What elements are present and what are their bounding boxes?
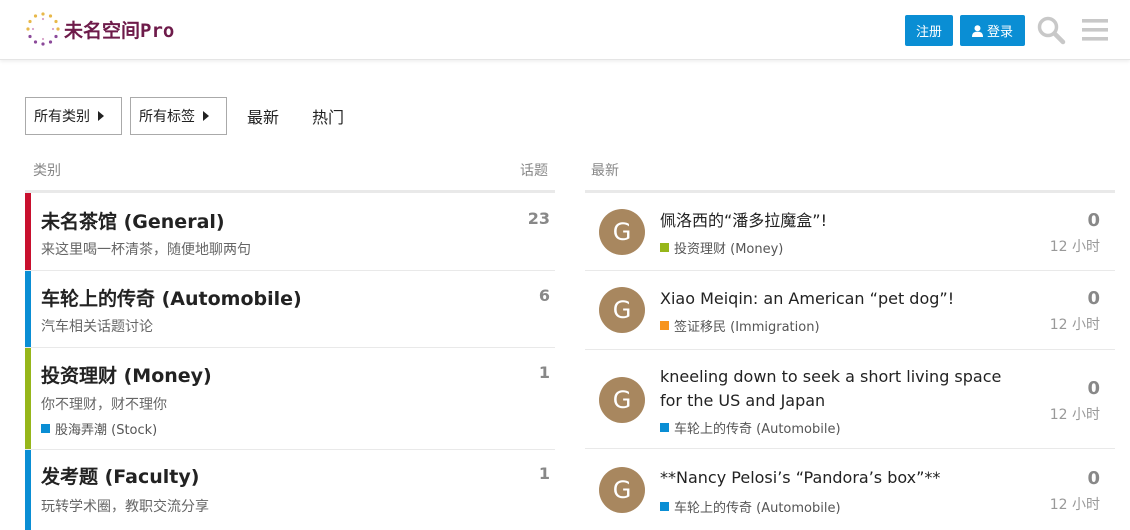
category-name[interactable]: 发考题 (Faculty) <box>41 462 199 489</box>
user-icon <box>971 24 983 37</box>
latest-column-heading: 最新 <box>591 163 619 179</box>
category-row-money[interactable]: 投资理财 (Money) 你不理财，财不理你 1 股海弄潮 (Stock) <box>25 348 555 450</box>
site-title: 未名空间Pro <box>64 19 175 42</box>
topic-category-badge[interactable]: 投资理财 (Money) <box>660 238 783 257</box>
category-topic-count: 1 <box>538 464 550 483</box>
topic-category-name: 车轮上的传奇 (Automobile) <box>674 422 841 437</box>
caret-right-icon <box>203 111 209 121</box>
category-color-bar <box>25 271 31 347</box>
caret-right-icon <box>98 111 104 121</box>
category-topic-count: 23 <box>527 209 550 228</box>
category-description: 玩转学术圈，教职交流分享 <box>41 499 209 515</box>
all-categories-label: 所有类别 <box>34 109 90 125</box>
category-row-automobile[interactable]: 车轮上的传奇 (Automobile) 汽车相关话题讨论 6 <box>25 271 555 348</box>
topic-category-name: 车轮上的传奇 (Automobile) <box>674 501 841 516</box>
topic-post-count: 0 <box>1087 468 1100 489</box>
category-topic-count: 1 <box>538 363 550 382</box>
category-row-general[interactable]: 未名茶馆 (General) 来这里喝一杯清茶，随便地聊两句 23 <box>25 193 555 271</box>
category-row-faculty[interactable]: 发考题 (Faculty) 玩转学术圈，教职交流分享 1 <box>25 450 555 530</box>
logo-icon <box>26 12 60 46</box>
avatar[interactable]: G <box>599 287 645 333</box>
topic-category-badge[interactable]: 签证移民 (Immigration) <box>660 316 820 335</box>
signup-label: 注册 <box>915 25 942 40</box>
category-color-square <box>660 243 669 252</box>
topic-age[interactable]: 12 小时 <box>1050 314 1100 334</box>
topic-row[interactable]: G kneeling down to seek a short living s… <box>585 350 1115 449</box>
avatar[interactable]: G <box>599 209 645 255</box>
hamburger-menu-icon[interactable] <box>1080 15 1110 45</box>
topic-post-count: 0 <box>1087 378 1100 399</box>
categories-column-heading: 类别 <box>33 163 61 179</box>
category-color-square <box>660 423 669 432</box>
all-categories-dropdown[interactable]: 所有类别 <box>25 97 122 135</box>
topic-title[interactable]: 佩洛西的“潘多拉魔盒”! <box>660 209 1010 233</box>
nav-top-link[interactable]: 热门 <box>312 104 344 128</box>
search-icon[interactable] <box>1036 15 1066 45</box>
topic-category-name: 签证移民 (Immigration) <box>674 320 820 335</box>
topic-row[interactable]: G 佩洛西的“潘多拉魔盒”! 投资理财 (Money) 0 12 小时 <box>585 193 1115 271</box>
login-button[interactable]: 登录 <box>960 15 1025 46</box>
topic-category-badge[interactable]: 车轮上的传奇 (Automobile) <box>660 497 841 516</box>
topic-age[interactable]: 12 小时 <box>1050 494 1100 514</box>
topic-title[interactable]: Xiao Meiqin: an American “pet dog”! <box>660 287 1010 311</box>
signup-button[interactable]: 注册 <box>905 15 953 46</box>
login-label: 登录 <box>986 25 1013 40</box>
category-name[interactable]: 车轮上的传奇 (Automobile) <box>41 284 302 311</box>
topic-post-count: 0 <box>1087 210 1100 231</box>
topic-category-badge[interactable]: 车轮上的传奇 (Automobile) <box>660 418 841 437</box>
topic-row[interactable]: G Xiao Meiqin: an American “pet dog”! 签证… <box>585 271 1115 350</box>
topic-title[interactable]: kneeling down to seek a short living spa… <box>660 365 1010 413</box>
site-logo[interactable]: 未名空间Pro <box>24 10 174 48</box>
topic-age[interactable]: 12 小时 <box>1050 404 1100 424</box>
subcategory-color-square <box>41 424 50 433</box>
category-description: 来这里喝一杯清茶，随便地聊两句 <box>41 242 251 258</box>
category-color-bar <box>25 450 31 530</box>
category-color-bar <box>25 348 31 449</box>
topic-category-name: 投资理财 (Money) <box>674 242 784 257</box>
avatar[interactable]: G <box>599 377 645 423</box>
category-color-square <box>660 502 669 511</box>
topic-post-count: 0 <box>1087 288 1100 309</box>
category-description: 你不理财，财不理你 <box>41 397 167 413</box>
topics-column-heading: 话题 <box>520 163 548 179</box>
subcategory-name: 股海弄潮 (Stock) <box>55 423 158 438</box>
category-name[interactable]: 投资理财 (Money) <box>41 361 212 388</box>
subcategory-link-stock[interactable]: 股海弄潮 (Stock) <box>41 419 157 438</box>
avatar[interactable]: G <box>599 467 645 513</box>
all-tags-dropdown[interactable]: 所有标签 <box>130 97 227 135</box>
category-name[interactable]: 未名茶馆 (General) <box>41 207 225 234</box>
category-topic-count: 6 <box>538 286 550 305</box>
category-description: 汽车相关话题讨论 <box>41 319 153 335</box>
category-color-bar <box>25 193 31 270</box>
category-color-square <box>660 321 669 330</box>
topic-age[interactable]: 12 小时 <box>1050 236 1100 256</box>
nav-latest-link[interactable]: 最新 <box>247 104 279 128</box>
topic-title[interactable]: **Nancy Pelosi’s “Pandora’s box”** <box>660 466 1010 490</box>
all-tags-label: 所有标签 <box>139 109 195 125</box>
topic-row[interactable]: G **Nancy Pelosi’s “Pandora’s box”** 车轮上… <box>585 449 1115 530</box>
site-header: 未名空间Pro 注册 登录 <box>0 0 1130 60</box>
